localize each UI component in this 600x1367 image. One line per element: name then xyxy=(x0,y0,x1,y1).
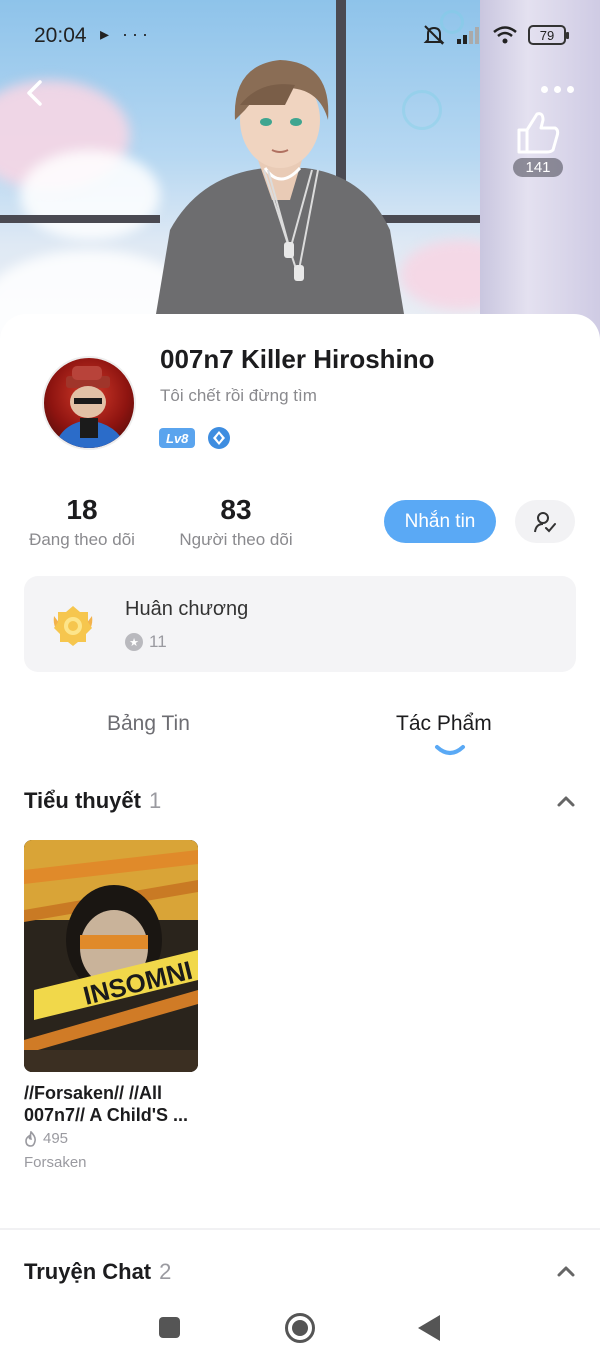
star-icon: ★ xyxy=(125,633,143,651)
novels-section-header: Tiểu thuyết 1 xyxy=(24,788,161,814)
user-check-icon xyxy=(534,511,556,532)
novel-tag[interactable]: Forsaken xyxy=(24,1154,87,1171)
profile-card: 007n7 Killer Hiroshino Tôi chết rồi đừng… xyxy=(0,314,600,1367)
medal-icon xyxy=(53,606,93,646)
status-notification-icons: ▸ ··· xyxy=(100,24,153,44)
bio: Tôi chết rồi đừng tìm xyxy=(160,386,317,405)
avatar[interactable] xyxy=(42,356,136,450)
battery-icon: 79 xyxy=(528,25,569,45)
like-count: 141 xyxy=(513,158,563,177)
novel-cover[interactable]: INSOMNI xyxy=(24,840,198,1072)
banner-character-illustration xyxy=(150,60,410,350)
medal-count: ★ 11 xyxy=(125,632,167,652)
tab-works[interactable]: Tác Phẩm xyxy=(396,712,492,736)
username: 007n7 Killer Hiroshino xyxy=(160,344,435,374)
wifi-icon xyxy=(493,26,517,44)
dot-icon xyxy=(554,86,561,93)
chevron-up-icon[interactable] xyxy=(556,1264,576,1278)
status-bar: 20:04 ▸ ··· 79 xyxy=(0,0,600,70)
chat-stories-section-header: Truyện Chat 2 xyxy=(24,1259,171,1285)
profile-banner: 20:04 ▸ ··· 79 141 xyxy=(0,0,600,350)
back-button[interactable] xyxy=(20,76,50,110)
novel-title[interactable]: //Forsaken// //All 007n7// A Child'S ... xyxy=(24,1082,204,1126)
home-button[interactable] xyxy=(285,1313,315,1343)
following-count: 18 xyxy=(66,494,98,525)
level-badge: Lv8 xyxy=(159,428,196,448)
home-icon xyxy=(292,1320,308,1336)
novel-views: 495 xyxy=(24,1130,68,1147)
thumbs-up-icon xyxy=(517,112,560,154)
system-back-button[interactable] xyxy=(418,1315,440,1341)
following-stat[interactable]: 18 Đang theo dõi xyxy=(24,494,140,550)
novels-section-count: 1 xyxy=(148,788,162,813)
following-label: Đang theo dõi xyxy=(29,530,135,549)
dot-icon xyxy=(567,86,574,93)
tab-feed[interactable]: Bảng Tin xyxy=(107,712,190,736)
medal-title: Huân chương xyxy=(125,598,249,620)
novels-section-title: Tiểu thuyết xyxy=(24,788,141,813)
recent-apps-button[interactable] xyxy=(159,1317,180,1338)
medal-count-value: 11 xyxy=(149,632,167,651)
message-button[interactable]: Nhắn tin xyxy=(384,500,496,543)
more-options-button[interactable] xyxy=(541,86,574,93)
signal-icon xyxy=(457,27,479,44)
status-time: 20:04 xyxy=(34,24,87,47)
mute-icon xyxy=(423,25,445,45)
chat-stories-section-count: 2 xyxy=(159,1259,172,1284)
followers-label: Người theo dõi xyxy=(179,530,293,549)
system-navigation-bar xyxy=(0,1297,600,1367)
follow-button[interactable] xyxy=(515,500,575,543)
followers-count: 83 xyxy=(220,494,252,525)
medal-card[interactable]: Huân chương ★ 11 xyxy=(24,576,576,672)
chevron-up-icon[interactable] xyxy=(556,794,576,808)
active-tab-indicator xyxy=(435,745,465,755)
gem-badge-icon xyxy=(208,427,230,449)
chat-stories-section-title: Truyện Chat xyxy=(24,1259,152,1284)
fire-icon xyxy=(25,1130,36,1147)
dot-icon xyxy=(541,86,548,93)
section-divider xyxy=(0,1228,600,1230)
novel-views-count: 495 xyxy=(43,1130,69,1147)
like-button[interactable]: 141 xyxy=(510,110,566,177)
followers-stat[interactable]: 83 Người theo dõi xyxy=(174,494,298,550)
